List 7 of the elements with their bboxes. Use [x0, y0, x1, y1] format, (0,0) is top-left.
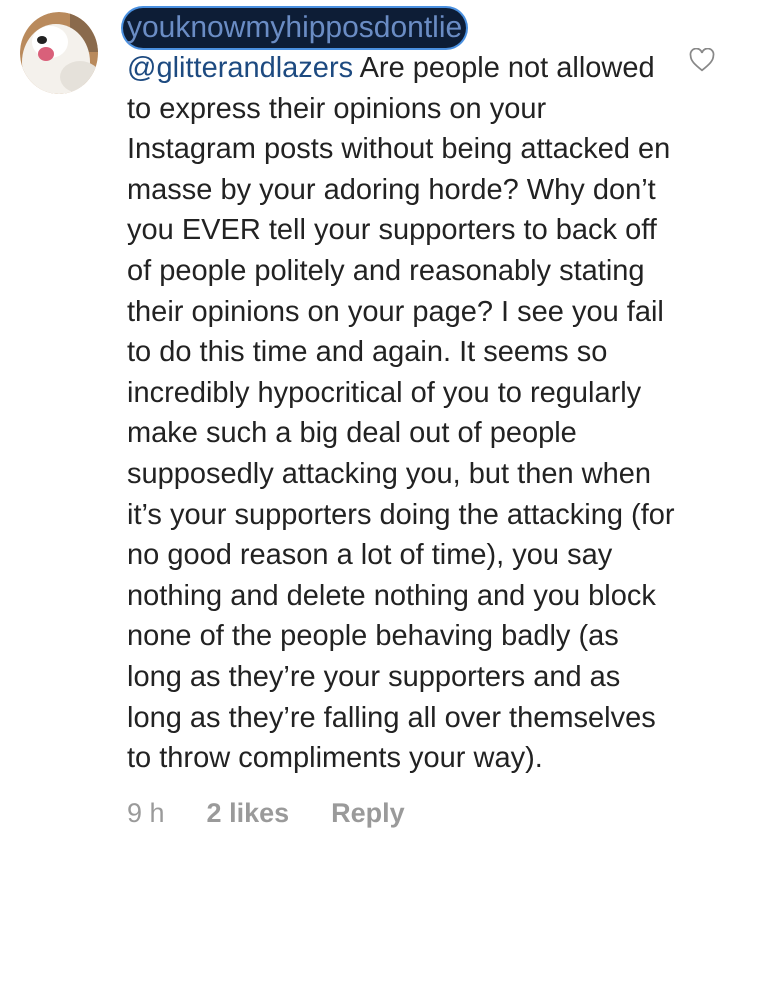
comment-time: 9 h: [127, 796, 165, 830]
reply-button[interactable]: Reply: [331, 792, 405, 834]
comment-text: @glitterandlazers Are people not allowed to express their opinions on your Instagram posts without being attacked en masse by your adoring horde? Why don’t you EVER tell your supporters to back off of people politely and reasonably stating their opinions on your page? I see you fail to do this time and again. It seems so incredibly hypocritical of you to regularly make such a big deal out of people supposedly attacking you, but then when it’s your supporters doing the attacking (for no good reason a lot of time), you say nothing and delete nothing and you block none of the people behaving badly (as long as they’re your supporters and as long as they’re falling all over themselves to throw compliments your way).: [127, 51, 675, 776]
mention-link[interactable]: @glitterandlazers: [127, 52, 354, 84]
username[interactable]: youknowmyhipposdontlie: [123, 8, 466, 48]
likes-link[interactable]: 2 likes: [206, 792, 290, 834]
heart-icon[interactable]: [689, 48, 715, 72]
